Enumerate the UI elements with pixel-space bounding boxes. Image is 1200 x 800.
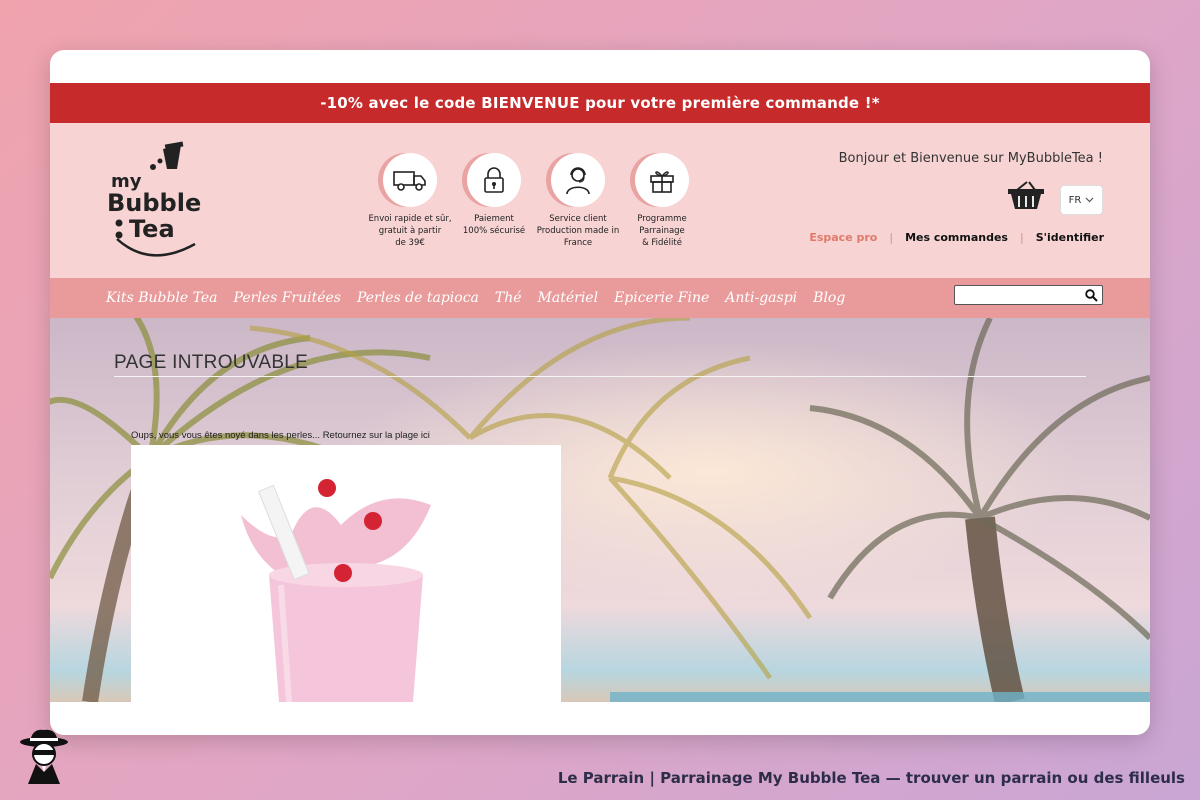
- search-icon[interactable]: [1085, 289, 1098, 302]
- nav-item-kits[interactable]: Kits Bubble Tea: [106, 290, 218, 306]
- svg-text:Tea: Tea: [129, 215, 175, 243]
- browser-card: -10% avec le code BIENVENUE pour votre p…: [50, 50, 1150, 735]
- nav-item-epicerie[interactable]: Epicerie Fine: [614, 290, 709, 306]
- search-box[interactable]: [954, 285, 1103, 305]
- le-parrain-mascot-icon: [20, 729, 68, 784]
- feature-loyalty[interactable]: Programme Parrainage & Fidélité: [620, 153, 704, 249]
- separator: |: [1019, 231, 1024, 244]
- feature-payment[interactable]: Paiement 100% sécurisé: [452, 153, 536, 249]
- feature-service[interactable]: Service client Production made in France: [536, 153, 620, 249]
- basket-icon[interactable]: [1007, 180, 1045, 210]
- feature-payment-text: Paiement 100% sécurisé: [462, 214, 526, 236]
- language-selector[interactable]: FR: [1060, 185, 1103, 215]
- footer-caption: Le Parrain | Parrainage My Bubble Tea — …: [557, 769, 1185, 787]
- nav-item-materiel[interactable]: Matériel: [538, 290, 599, 306]
- gift-icon: [650, 171, 674, 193]
- nav-items: Kits Bubble Tea Perles Fruitées Perles d…: [106, 278, 861, 318]
- title-divider: [114, 376, 1086, 377]
- feature-service-text: Service client Production made in France: [536, 214, 620, 248]
- product-image: [131, 445, 561, 702]
- chevron-down-icon: [1085, 197, 1094, 203]
- page-title: PAGE INTROUVABLE: [114, 352, 309, 373]
- main-nav: Kits Bubble Tea Perles Fruitées Perles d…: [50, 278, 1150, 318]
- promo-banner[interactable]: -10% avec le code BIENVENUE pour votre p…: [50, 83, 1150, 123]
- nav-item-the[interactable]: Thé: [495, 290, 522, 306]
- mybubbletea-logo[interactable]: my Bubble Tea: [105, 139, 215, 264]
- promo-text: -10% avec le code BIENVENUE pour votre p…: [320, 94, 880, 112]
- support-agent-icon: [566, 167, 590, 195]
- feature-shipping-text: Envoi rapide et sûr, gratuit à partir de…: [368, 214, 452, 248]
- site-header: my Bubble Tea Envoi rapide et sûr, gratu…: [50, 123, 1150, 278]
- not-found-message[interactable]: Oups, vous vous êtes noyé dans les perle…: [131, 430, 430, 441]
- hero-section: PAGE INTROUVABLE Oups, vous vous êtes no…: [50, 318, 1150, 702]
- truck-icon: [393, 171, 426, 191]
- pink-smoothie-illustration: [241, 479, 431, 702]
- language-label: FR: [1068, 194, 1082, 206]
- my-orders-link[interactable]: Mes commandes: [905, 231, 1008, 244]
- nav-item-anti-gaspi[interactable]: Anti-gaspi: [725, 290, 797, 306]
- nav-item-perles-fruitees[interactable]: Perles Fruitées: [234, 290, 341, 306]
- page-bottom-strip: [50, 702, 1150, 735]
- padlock-icon: [484, 167, 504, 193]
- nav-item-perles-tapioca[interactable]: Perles de tapioca: [357, 290, 479, 306]
- account-links: Espace pro | Mes commandes | S'identifie…: [809, 231, 1104, 244]
- feature-loyalty-text: Programme Parrainage & Fidélité: [637, 214, 687, 248]
- pro-space-link[interactable]: Espace pro: [809, 231, 877, 244]
- login-link[interactable]: S'identifier: [1036, 231, 1104, 244]
- svg-text:Bubble: Bubble: [107, 189, 201, 217]
- welcome-message: Bonjour et Bienvenue sur MyBubbleTea !: [838, 151, 1103, 166]
- separator: |: [889, 231, 894, 244]
- nav-item-blog[interactable]: Blog: [813, 290, 845, 306]
- features-row: Envoi rapide et sûr, gratuit à partir de…: [368, 153, 704, 249]
- feature-shipping[interactable]: Envoi rapide et sûr, gratuit à partir de…: [368, 153, 452, 249]
